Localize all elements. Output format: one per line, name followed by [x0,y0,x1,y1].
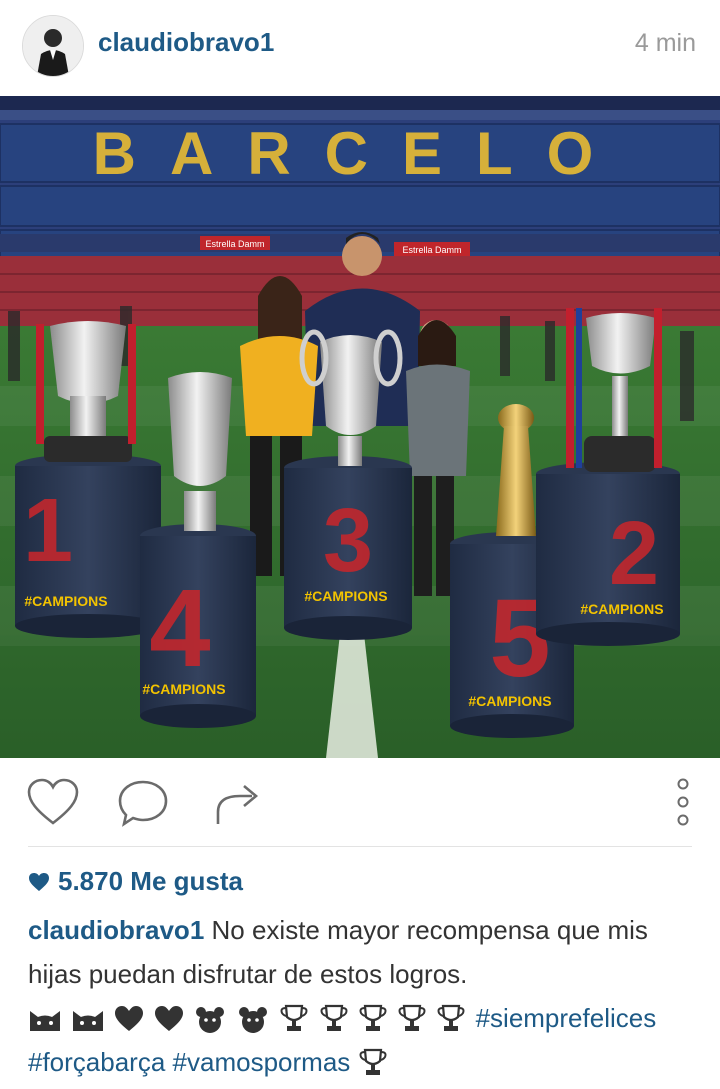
more-options-button[interactable] [666,778,700,828]
trophy-icon [437,1004,465,1031]
trophy-icon [320,1004,348,1031]
post-time: 4 min [634,29,696,57]
hashtag-forcabarca[interactable]: #forçabarça [28,1047,165,1077]
post-photo[interactable]: BARCELO Estrella Damm Estrella Damm 1 #C… [0,96,720,758]
trophy-label-1: #CAMPIONS [24,593,107,609]
trophy-label-5: #CAMPIONS [468,693,551,709]
post-header: claudiobravo1 4 min [0,0,720,96]
trophy-number-3: 3 [323,491,373,591]
more-vertical-icon [677,778,689,826]
avatar[interactable] [22,15,84,77]
likes-count[interactable]: 5.870 Me gusta [28,866,243,897]
heart-outline-icon [27,778,79,825]
trophy-icon [280,1004,308,1031]
heart-filled-icon [29,872,49,891]
share-arrow-icon [216,785,259,824]
hashtag-siemprefelices[interactable]: #siemprefelices [476,1003,657,1033]
bear-face-icon [239,1007,268,1033]
emoji-row [28,1003,476,1033]
like-button[interactable] [26,778,80,828]
sponsor-board-1: Estrella Damm [205,239,264,249]
bear-face-icon [195,1007,224,1033]
post-actions [0,758,720,848]
trophy-label-3: #CAMPIONS [304,588,387,604]
heart-icon [154,1006,183,1031]
comment-bubble-icon [118,780,168,827]
divider [28,846,692,847]
cat-face-icon [30,1011,60,1031]
share-button[interactable] [210,778,264,828]
trophy-label-2: #CAMPIONS [580,601,663,617]
trophy-icon [359,1004,387,1031]
cat-face-icon [73,1011,104,1031]
stadium-lettering: BARCELO [93,120,628,187]
hashtag-vamospormas[interactable]: #vamospormas [173,1047,351,1077]
trophy-number-1: 1 [23,481,73,581]
trophy-label-4: #CAMPIONS [142,681,225,697]
sponsor-board-2: Estrella Damm [402,245,461,255]
heart-icon [115,1006,144,1031]
trophy-icon [398,1004,426,1031]
trophy-icon [359,1048,387,1075]
trophy-number-2: 2 [609,504,659,604]
post-username[interactable]: claudiobravo1 [98,27,274,58]
caption-username[interactable]: claudiobravo1 [28,915,204,945]
comment-button[interactable] [116,778,170,828]
post-caption: claudiobravo1 No existe mayor recompensa… [28,908,696,1084]
trophy-number-4: 4 [149,567,210,690]
likes-text: 5.870 Me gusta [58,866,243,896]
